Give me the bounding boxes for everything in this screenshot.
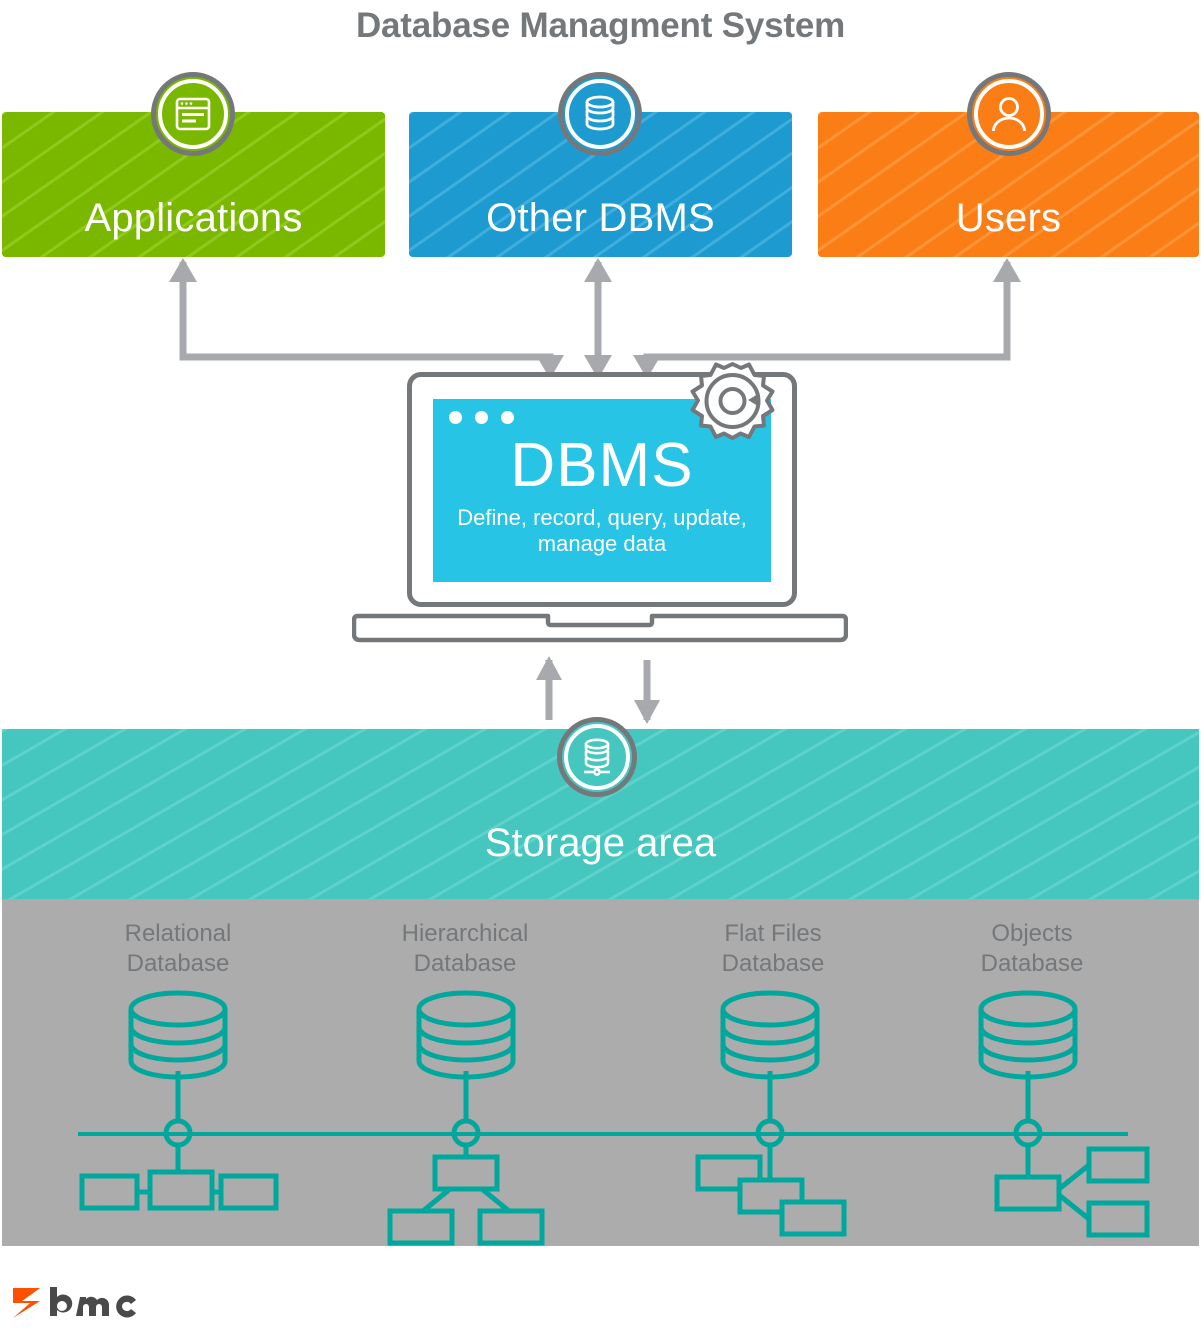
badge-other-dbms <box>558 72 642 156</box>
arrowhead-down-to-storage <box>634 700 660 724</box>
db-diagram-flat-files <box>695 990 847 1237</box>
database-types-area: Relational Database Hierarchical Databas… <box>2 899 1199 1246</box>
badge-users <box>967 72 1051 156</box>
db-diagram-objects <box>978 990 1150 1238</box>
arrowhead-up-users <box>993 258 1021 282</box>
dbms-title: DBMS <box>510 431 694 500</box>
bmc-wordmark <box>50 1287 136 1318</box>
gear-refresh-icon <box>690 362 775 440</box>
window-dots-icon <box>449 411 514 424</box>
bmc-logo <box>13 1287 136 1318</box>
dbms-laptop: DBMS Define, record, query, update, mana… <box>350 360 850 650</box>
source-label-applications: Applications <box>84 196 303 240</box>
badge-inner-ring <box>565 79 635 149</box>
arrowhead-up-to-dbms <box>536 656 562 680</box>
badge-inner-ring <box>564 724 630 790</box>
db-diagram-hierarchical <box>387 990 545 1246</box>
arrowhead-up-applications <box>169 258 197 282</box>
badge-applications <box>151 72 235 156</box>
page-title: Database Managment System <box>355 6 846 45</box>
database-diagrams <box>78 990 1150 1246</box>
diagram-canvas: Database Managment System Applications O… <box>0 0 1201 1331</box>
arrowhead-up-other-dbms <box>584 258 612 282</box>
source-label-users: Users <box>955 196 1062 240</box>
source-label-other-dbms: Other DBMS <box>486 196 715 240</box>
laptop-base <box>352 613 848 643</box>
dbms-subtitle: Define, record, query, update, manage da… <box>457 505 747 557</box>
storage-area-label: Storage area <box>484 821 717 865</box>
badge-inner-ring <box>974 79 1044 149</box>
badge-inner-ring <box>158 79 228 149</box>
badge-storage <box>557 717 637 797</box>
db-diagram-relational <box>79 990 279 1211</box>
bmc-ribbon-icon <box>13 1288 40 1318</box>
